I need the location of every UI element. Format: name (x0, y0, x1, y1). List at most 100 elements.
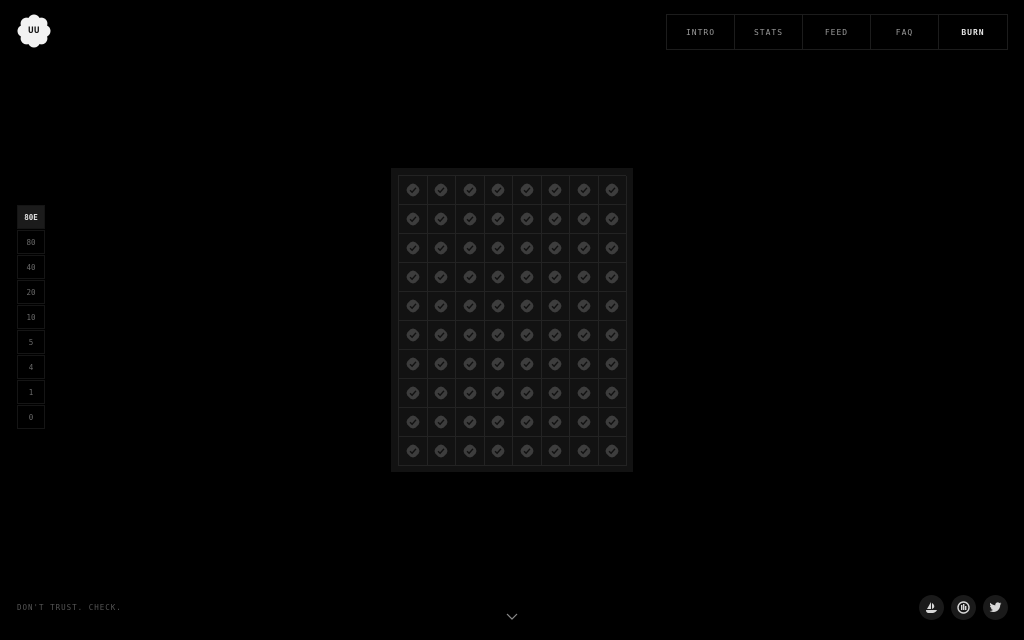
grid-cell[interactable] (570, 234, 599, 263)
level-option-1[interactable]: 1 (17, 380, 45, 404)
grid-cell[interactable] (399, 408, 428, 437)
grid-cell[interactable] (598, 263, 627, 292)
level-option-20[interactable]: 20 (17, 280, 45, 304)
grid-cell[interactable] (570, 437, 599, 466)
grid-cell[interactable] (427, 408, 456, 437)
grid-cell[interactable] (598, 234, 627, 263)
grid-cell[interactable] (570, 176, 599, 205)
grid-cell[interactable] (513, 437, 542, 466)
grid-cell[interactable] (456, 292, 485, 321)
grid-cell[interactable] (484, 234, 513, 263)
grid-cell[interactable] (570, 292, 599, 321)
grid-cell[interactable] (570, 321, 599, 350)
grid-cell[interactable] (598, 437, 627, 466)
grid-cell[interactable] (570, 350, 599, 379)
grid-cell[interactable] (541, 321, 570, 350)
grid-cell[interactable] (513, 292, 542, 321)
nav-stats[interactable]: STATS (735, 15, 803, 49)
level-option-40[interactable]: 40 (17, 255, 45, 279)
grid-cell[interactable] (513, 263, 542, 292)
twitter-link[interactable] (983, 595, 1008, 620)
grid-cell[interactable] (427, 379, 456, 408)
grid-cell[interactable] (541, 234, 570, 263)
grid-cell[interactable] (484, 350, 513, 379)
grid-cell[interactable] (484, 205, 513, 234)
grid-cell[interactable] (513, 350, 542, 379)
grid-cell[interactable] (456, 176, 485, 205)
grid-cell[interactable] (399, 234, 428, 263)
grid-cell[interactable] (513, 205, 542, 234)
grid-cell[interactable] (598, 205, 627, 234)
grid-cell[interactable] (570, 379, 599, 408)
grid-cell[interactable] (427, 437, 456, 466)
grid-cell[interactable] (456, 263, 485, 292)
grid-cell[interactable] (399, 292, 428, 321)
grid-cell[interactable] (427, 205, 456, 234)
grid-cell[interactable] (484, 176, 513, 205)
nav-burn[interactable]: BURN (939, 15, 1007, 49)
grid-cell[interactable] (598, 176, 627, 205)
grid-cell[interactable] (399, 205, 428, 234)
grid-cell[interactable] (399, 437, 428, 466)
grid-cell[interactable] (399, 263, 428, 292)
nav-feed[interactable]: FEED (803, 15, 871, 49)
grid-cell[interactable] (541, 350, 570, 379)
grid-cell[interactable] (541, 205, 570, 234)
grid-cell[interactable] (456, 205, 485, 234)
grid-cell[interactable] (513, 321, 542, 350)
grid-cell[interactable] (570, 408, 599, 437)
grid-cell[interactable] (541, 408, 570, 437)
grid-cell[interactable] (456, 379, 485, 408)
grid-cell[interactable] (427, 176, 456, 205)
grid-cell[interactable] (427, 234, 456, 263)
grid-cell[interactable] (598, 321, 627, 350)
grid-cell[interactable] (456, 437, 485, 466)
grid-cell[interactable] (513, 234, 542, 263)
nav-faq[interactable]: FAQ (871, 15, 939, 49)
grid-cell[interactable] (541, 437, 570, 466)
verified-check-badge-icon (520, 444, 534, 458)
grid-cell[interactable] (399, 176, 428, 205)
marketplace-link[interactable] (951, 595, 976, 620)
grid-cell[interactable] (541, 379, 570, 408)
grid-cell[interactable] (484, 321, 513, 350)
grid-cell[interactable] (598, 379, 627, 408)
level-option-80e[interactable]: 80E (17, 205, 45, 229)
grid-cell[interactable] (456, 408, 485, 437)
grid-cell[interactable] (598, 350, 627, 379)
nav-intro[interactable]: INTRO (667, 15, 735, 49)
grid-cell[interactable] (399, 379, 428, 408)
level-option-4[interactable]: 4 (17, 355, 45, 379)
level-option-0[interactable]: 0 (17, 405, 45, 429)
grid-cell[interactable] (598, 292, 627, 321)
grid-cell[interactable] (456, 234, 485, 263)
grid-cell[interactable] (484, 379, 513, 408)
grid-cell[interactable] (570, 263, 599, 292)
grid-cell[interactable] (484, 437, 513, 466)
grid-cell[interactable] (456, 321, 485, 350)
grid-cell[interactable] (427, 350, 456, 379)
grid-cell[interactable] (541, 176, 570, 205)
grid-cell[interactable] (399, 350, 428, 379)
grid-cell[interactable] (484, 408, 513, 437)
grid-cell[interactable] (513, 408, 542, 437)
opensea-link[interactable] (919, 595, 944, 620)
grid-cell[interactable] (598, 408, 627, 437)
grid-cell[interactable] (484, 263, 513, 292)
grid-cell[interactable] (513, 379, 542, 408)
grid-cell[interactable] (456, 350, 485, 379)
scroll-down-button[interactable] (505, 608, 519, 620)
grid-cell[interactable] (541, 263, 570, 292)
grid-cell[interactable] (541, 292, 570, 321)
grid-cell[interactable] (427, 321, 456, 350)
level-option-10[interactable]: 10 (17, 305, 45, 329)
logo[interactable]: UU (17, 14, 51, 48)
grid-cell[interactable] (427, 263, 456, 292)
level-option-5[interactable]: 5 (17, 330, 45, 354)
grid-cell[interactable] (399, 321, 428, 350)
grid-cell[interactable] (427, 292, 456, 321)
grid-cell[interactable] (513, 176, 542, 205)
grid-cell[interactable] (570, 205, 599, 234)
grid-cell[interactable] (484, 292, 513, 321)
level-option-80[interactable]: 80 (17, 230, 45, 254)
